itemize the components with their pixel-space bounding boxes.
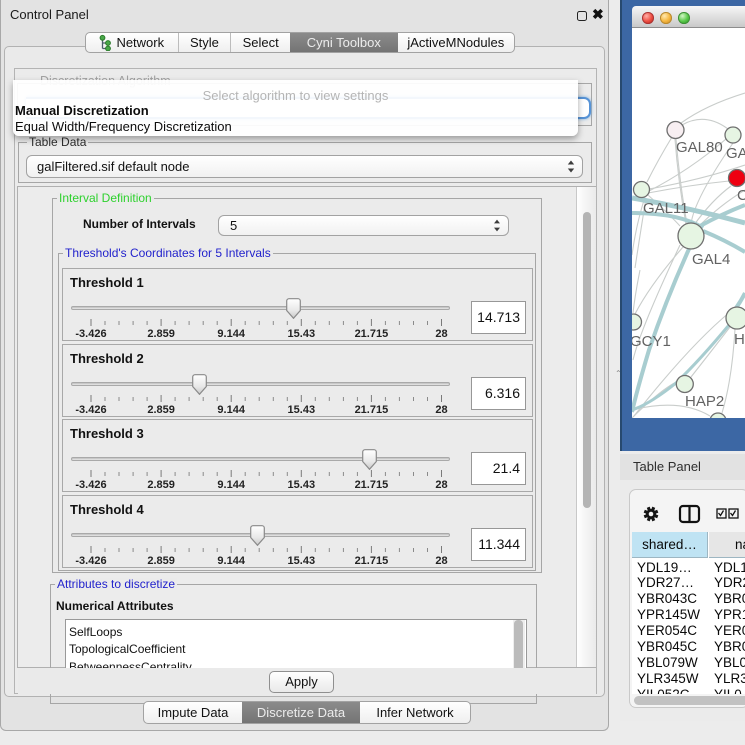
svg-text:GAL80: GAL80: [676, 139, 723, 156]
svg-text:GCY1: GCY1: [632, 333, 671, 350]
svg-text:GAL11: GAL11: [643, 200, 689, 217]
svg-text:HAP2: HAP2: [685, 393, 724, 410]
svg-text:C: C: [737, 187, 745, 204]
svg-text:GAL4: GAL4: [692, 251, 730, 268]
svg-text:GA: GA: [726, 145, 745, 162]
svg-text:H: H: [734, 331, 745, 348]
